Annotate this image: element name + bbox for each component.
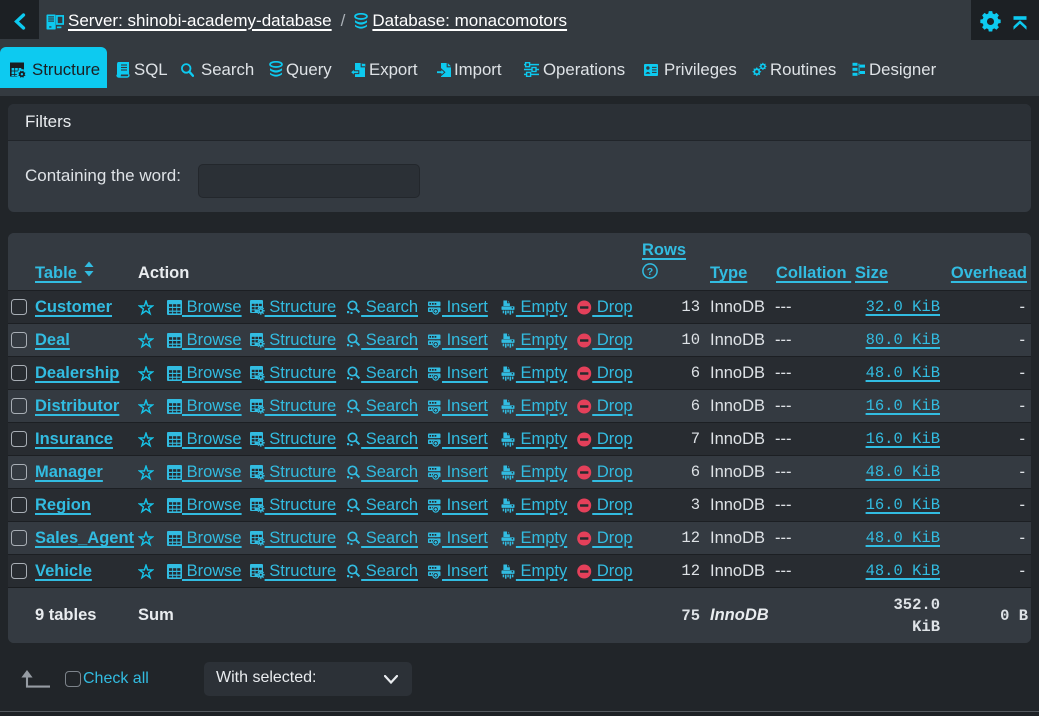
svg-text:?: ? bbox=[647, 266, 653, 278]
